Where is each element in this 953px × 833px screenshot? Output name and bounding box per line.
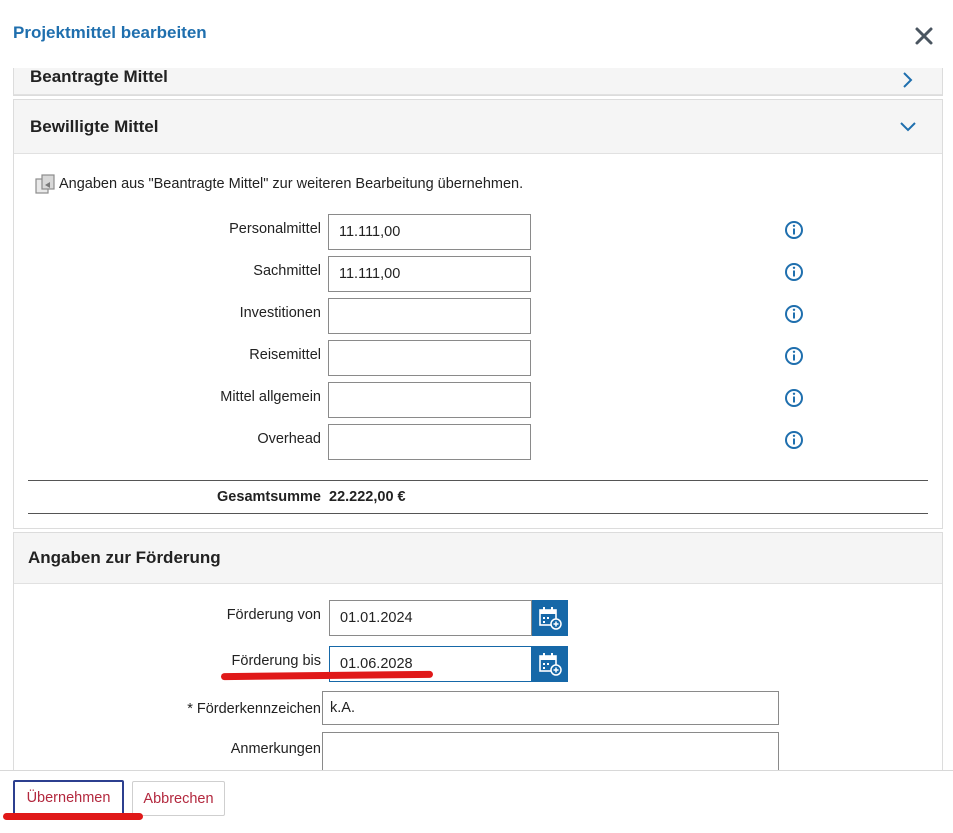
close-icon[interactable] xyxy=(908,20,940,52)
annotation-underline-apply xyxy=(3,813,143,820)
info-icon[interactable] xyxy=(784,262,804,282)
input-funding-from[interactable] xyxy=(329,600,532,636)
input-notes[interactable] xyxy=(322,732,779,770)
input-funding-reference[interactable] xyxy=(322,691,779,725)
input-mittel-allgemein[interactable] xyxy=(328,382,531,418)
info-icon[interactable] xyxy=(784,304,804,324)
panel-requested-title: Beantragte Mittel xyxy=(30,68,168,86)
panel-funding-header: Angaben zur Förderung xyxy=(14,533,942,584)
input-investitionen[interactable] xyxy=(328,298,531,334)
panel-granted-title: Bewilligte Mittel xyxy=(30,117,159,136)
total-value: 22.222,00 € xyxy=(329,489,406,505)
total-label: Gesamtsumme xyxy=(217,489,321,505)
chevron-right-icon[interactable] xyxy=(898,70,918,90)
edit-project-funds-dialog: Projektmittel bearbeiten Beantragte Mitt… xyxy=(0,0,953,833)
total-divider-top xyxy=(28,480,928,481)
input-personalmittel[interactable] xyxy=(328,214,531,250)
panel-requested-header[interactable]: Beantragte Mittel xyxy=(14,68,942,95)
label-sachmittel: Sachmittel xyxy=(253,263,321,279)
cancel-button[interactable]: Abbrechen xyxy=(132,781,225,816)
panel-funding-details: Angaben zur Förderung Förderung von Förd… xyxy=(13,532,943,770)
label-investitionen: Investitionen xyxy=(239,305,321,321)
info-icon[interactable] xyxy=(784,346,804,366)
panel-granted-header[interactable]: Bewilligte Mittel xyxy=(14,100,942,154)
dialog-content[interactable]: Beantragte Mittel Bewilligte Mittel Anga… xyxy=(0,68,953,770)
label-notes: Anmerkungen xyxy=(230,741,321,757)
label-reisemittel: Reisemittel xyxy=(249,347,321,363)
info-icon[interactable] xyxy=(784,388,804,408)
chevron-down-icon[interactable] xyxy=(898,117,918,137)
panel-funding-title: Angaben zur Förderung xyxy=(28,548,221,567)
label-funding-reference: * Förderkennzeichen xyxy=(187,701,321,717)
panel-granted-funds: Bewilligte Mittel Angaben aus "Beantragt… xyxy=(13,99,943,529)
input-sachmittel[interactable] xyxy=(328,256,531,292)
calendar-icon[interactable] xyxy=(532,600,568,636)
label-overhead: Overhead xyxy=(257,431,321,447)
info-icon[interactable] xyxy=(784,220,804,240)
copy-requested-hint[interactable]: Angaben aus "Beantragte Mittel" zur weit… xyxy=(59,176,523,192)
input-reisemittel[interactable] xyxy=(328,340,531,376)
label-mittel-allgemein: Mittel allgemein xyxy=(220,389,321,405)
calendar-icon[interactable] xyxy=(532,646,568,682)
apply-button[interactable]: Übernehmen xyxy=(13,780,124,816)
dialog-title: Projektmittel bearbeiten xyxy=(13,23,207,42)
copy-icon[interactable] xyxy=(34,173,56,195)
input-overhead[interactable] xyxy=(328,424,531,460)
label-funding-from: Förderung von xyxy=(226,607,321,623)
label-funding-to: Förderung bis xyxy=(231,653,321,669)
info-icon[interactable] xyxy=(784,430,804,450)
total-divider-bottom xyxy=(28,513,928,514)
dialog-header: Projektmittel bearbeiten xyxy=(0,0,953,68)
label-personalmittel: Personalmittel xyxy=(229,221,321,237)
panel-requested-funds: Beantragte Mittel xyxy=(13,68,943,96)
